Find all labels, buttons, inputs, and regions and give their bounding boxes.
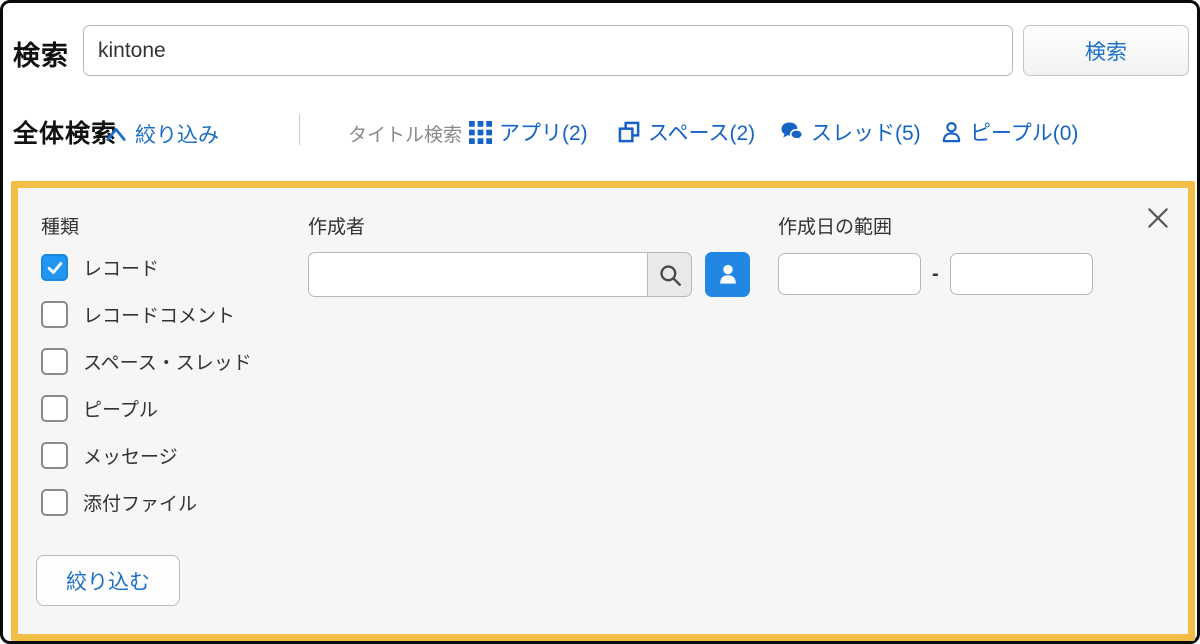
grid-icon bbox=[469, 121, 492, 144]
checkbox-row-record[interactable]: レコード bbox=[41, 254, 252, 281]
category-threads[interactable]: スレッド(5) bbox=[780, 117, 921, 147]
checkbox-message[interactable] bbox=[41, 442, 68, 469]
checkbox-row-message[interactable]: メッセージ bbox=[41, 442, 252, 469]
checkbox-row-space-thread[interactable]: スペース・スレッド bbox=[41, 348, 252, 375]
checkbox-people[interactable] bbox=[41, 395, 68, 422]
type-section-label: 種類 bbox=[41, 212, 79, 239]
checkbox-row-people[interactable]: ピープル bbox=[41, 395, 252, 422]
category-people[interactable]: ピープル(0) bbox=[940, 117, 1078, 147]
category-count: (0) bbox=[1053, 122, 1079, 145]
search-button[interactable]: 検索 bbox=[1023, 25, 1189, 76]
date-from-input[interactable] bbox=[778, 253, 921, 295]
creator-search-button[interactable] bbox=[647, 252, 692, 297]
date-to-input[interactable] bbox=[950, 253, 1093, 295]
nav-divider bbox=[299, 114, 300, 145]
category-label: アプリ(2) bbox=[499, 117, 588, 147]
global-search-page: { "search_bar": { "label": "検索", "input_… bbox=[0, 0, 1200, 644]
category-label: ピープル(0) bbox=[970, 117, 1078, 147]
checkbox-label: 添付ファイル bbox=[83, 489, 197, 516]
checkbox-label: レコード bbox=[83, 254, 159, 281]
date-range-separator: - bbox=[932, 263, 939, 286]
category-apps[interactable]: アプリ(2) bbox=[469, 117, 588, 147]
search-input[interactable] bbox=[83, 25, 1013, 76]
creator-input[interactable] bbox=[308, 252, 647, 297]
checkbox-record-checked[interactable] bbox=[41, 254, 68, 281]
spaces-icon bbox=[618, 121, 641, 144]
creator-section-label: 作成者 bbox=[308, 212, 365, 239]
checkbox-label: スペース・スレッド bbox=[83, 348, 252, 375]
thread-icon bbox=[780, 120, 804, 144]
checkbox-attachment[interactable] bbox=[41, 489, 68, 516]
filter-toggle-label: 絞り込み bbox=[135, 119, 219, 149]
category-spaces[interactable]: スペース(2) bbox=[618, 117, 755, 147]
search-label: 検索 bbox=[13, 34, 69, 73]
category-label: スペース(2) bbox=[648, 117, 755, 147]
checkbox-label: レコードコメント bbox=[83, 301, 235, 328]
creator-controls bbox=[308, 252, 750, 297]
checkbox-row-attachment[interactable]: 添付ファイル bbox=[41, 489, 252, 516]
type-checkbox-list: レコード レコードコメント スペース・スレッド ピープル メッセージ 添付ファイ… bbox=[41, 254, 252, 536]
checkbox-record-comment[interactable] bbox=[41, 301, 68, 328]
page-title: 全体検索 bbox=[13, 114, 117, 150]
title-search-label: タイトル検索 bbox=[348, 120, 462, 147]
user-picker-button[interactable] bbox=[705, 252, 750, 297]
category-count: (5) bbox=[895, 122, 921, 145]
checkbox-label: ピープル bbox=[83, 395, 158, 422]
date-section-label: 作成日の範囲 bbox=[778, 212, 892, 239]
filter-panel: 種類 作成者 作成日の範囲 レコード レコードコメント スペース・スレッド ピー… bbox=[11, 181, 1195, 641]
close-icon[interactable] bbox=[1144, 205, 1172, 233]
category-count: (2) bbox=[729, 122, 755, 145]
checkbox-row-record-comment[interactable]: レコードコメント bbox=[41, 301, 252, 328]
date-range-controls: - bbox=[778, 253, 1093, 295]
checkbox-label: メッセージ bbox=[83, 442, 178, 469]
checkbox-space-thread[interactable] bbox=[41, 348, 68, 375]
person-icon bbox=[940, 121, 963, 144]
category-label: スレッド(5) bbox=[811, 117, 921, 147]
filter-toggle-link[interactable]: 絞り込み bbox=[105, 119, 219, 149]
chevron-up-icon bbox=[105, 125, 127, 143]
apply-filter-button[interactable]: 絞り込む bbox=[36, 555, 180, 606]
category-count: (2) bbox=[562, 122, 588, 145]
